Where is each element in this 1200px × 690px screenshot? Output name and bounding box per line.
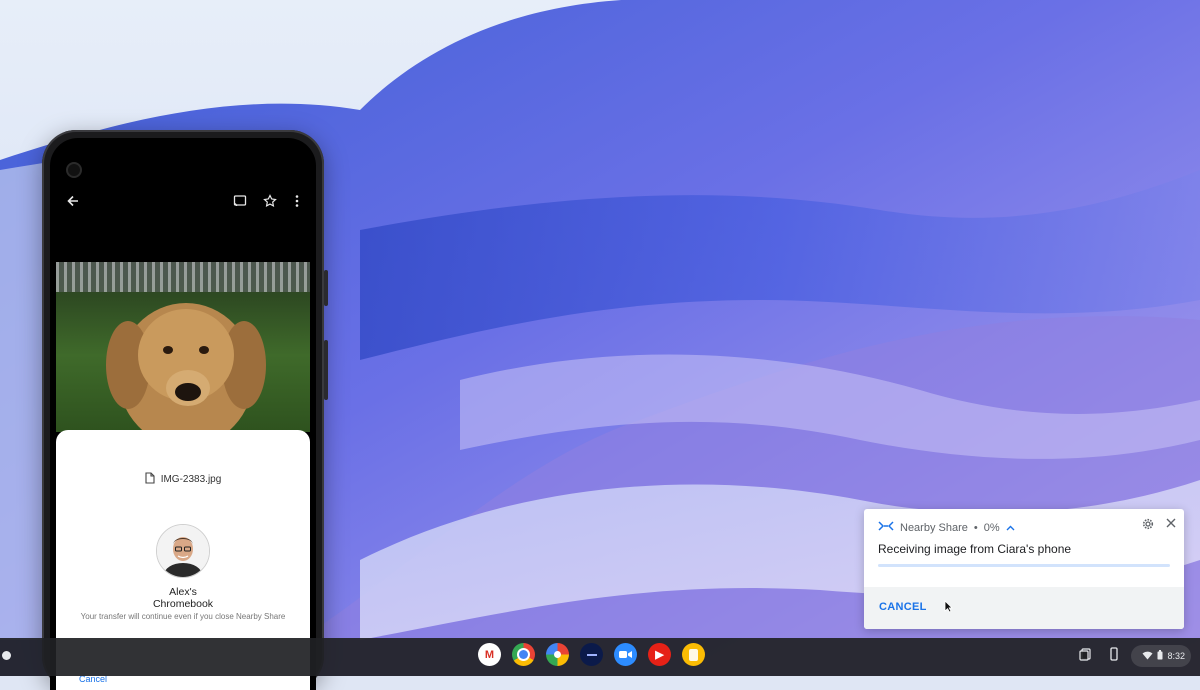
notification-separator: • [973, 521, 978, 534]
file-icon [145, 472, 155, 487]
google-photos-icon[interactable] [546, 643, 569, 666]
gear-icon[interactable] [1142, 517, 1158, 533]
phone-side-button [324, 340, 328, 400]
photo-preview [56, 262, 310, 432]
launcher-icon[interactable] [2, 651, 11, 660]
pinned-apps: M ▶ [478, 643, 705, 666]
file-row: IMG-2383.jpg [56, 472, 310, 487]
notification-actions: CANCEL [864, 587, 1184, 629]
notification-header: Nearby Share • 0% [878, 521, 1015, 534]
mouse-cursor-icon [944, 600, 953, 613]
star-icon[interactable] [259, 190, 281, 212]
transfer-note: Your transfer will continue even if you … [80, 612, 286, 621]
notification-percent: 0% [983, 521, 1000, 534]
cancel-button[interactable]: CANCEL [879, 601, 927, 613]
chevron-up-icon[interactable] [1006, 522, 1015, 534]
google-keep-icon[interactable] [682, 643, 705, 666]
zoom-icon[interactable] [614, 643, 637, 666]
clipboard-icon[interactable] [1079, 647, 1095, 663]
phone-screen: IMG-2383.jpg Alex's Chromebook Your tran… [50, 138, 316, 690]
notification-app-name: Nearby Share [900, 521, 968, 534]
chrome-icon[interactable] [512, 643, 535, 666]
camera-icon [68, 164, 80, 176]
phone-side-button [324, 270, 328, 306]
more-vert-icon[interactable] [286, 190, 308, 212]
phone-hub-icon[interactable] [1108, 647, 1124, 663]
dog-image [106, 303, 266, 432]
app-icon[interactable] [580, 643, 603, 666]
avatar [156, 524, 210, 578]
transfer-progress-bar [878, 564, 1170, 567]
cast-icon[interactable] [229, 190, 251, 212]
arrow-back-icon[interactable] [62, 190, 84, 212]
status-area[interactable]: 8:32 [1131, 645, 1191, 667]
battery-icon [1157, 650, 1163, 662]
close-icon[interactable] [1164, 516, 1178, 531]
shelf: M ▶ 8:32 [0, 638, 1200, 676]
wifi-icon [1142, 651, 1153, 662]
photo-app-bar [50, 178, 316, 226]
gmail-icon[interactable]: M [478, 643, 501, 666]
clock: 8:32 [1167, 651, 1185, 661]
nearby-share-icon [878, 521, 894, 534]
device-name: Alex's Chromebook [152, 586, 214, 610]
nearby-share-notification: Nearby Share • 0% Receiving image from C… [864, 509, 1184, 629]
phone-device: IMG-2383.jpg Alex's Chromebook Your tran… [42, 130, 328, 690]
file-name: IMG-2383.jpg [160, 474, 222, 485]
youtube-icon[interactable]: ▶ [648, 643, 671, 666]
notification-message: Receiving image from Ciara's phone [878, 542, 1072, 556]
